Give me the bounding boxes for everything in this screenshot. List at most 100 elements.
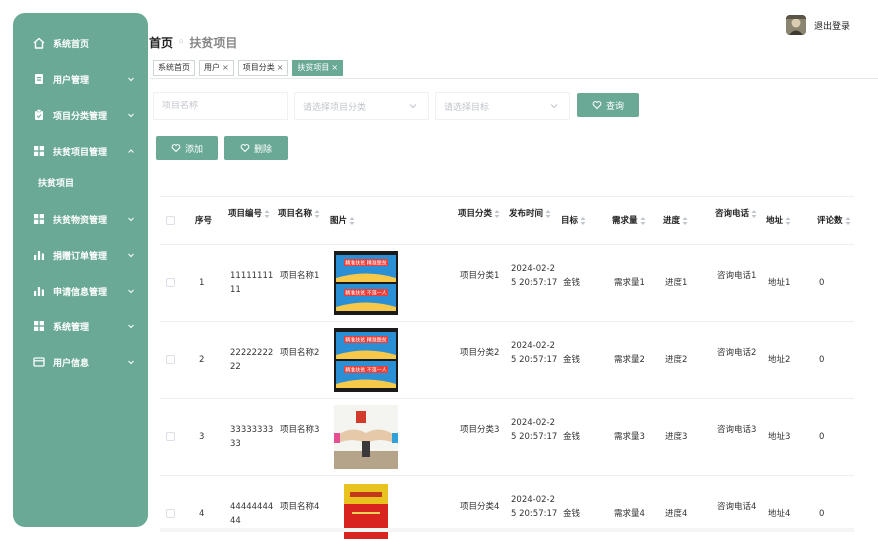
- close-icon[interactable]: ×: [222, 61, 229, 75]
- tab-tag-3[interactable]: 项目分类 ×: [237, 60, 289, 76]
- close-icon[interactable]: ×: [331, 61, 338, 75]
- table-cell-code: 2222222222: [230, 348, 274, 372]
- close-icon[interactable]: ×: [277, 61, 284, 75]
- user-icon: [35, 74, 43, 84]
- add-button[interactable]: 添加: [156, 136, 218, 160]
- sidebar: 系统首页用户管理项目分类管理扶贫项目管理 扶贫物资管理 捐赠订单管理申请信息管理系统…: [13, 13, 148, 527]
- table-cell-address: 地址1: [768, 278, 791, 288]
- table-cell-name: 项目名称1: [280, 271, 320, 281]
- table-cell-progress: 进度1: [665, 278, 688, 288]
- avatar[interactable]: [786, 15, 806, 35]
- project-image: 精准扶贫 精准脱贫精准扶贫 不落一人: [334, 328, 398, 392]
- query-button[interactable]: 查询: [577, 93, 639, 117]
- column-header[interactable]: 图片: [330, 214, 355, 228]
- table-row[interactable]: 1 1111111111 项目名称1 精准扶贫 精准脱贫 精准扶贫 不落一人 项目分类1 2…: [160, 245, 854, 322]
- table-cell-name: 项目名称4: [280, 502, 320, 512]
- column-header[interactable]: 目标: [561, 214, 586, 228]
- sidebar-item-2[interactable]: 用户管理: [13, 66, 148, 92]
- sort-icon[interactable]: [785, 216, 791, 226]
- sidebar-item-label: 申请信息管理: [53, 287, 108, 298]
- column-header[interactable]: 序号: [195, 214, 212, 228]
- project-image: [334, 405, 398, 469]
- sidebar-item-8[interactable]: 系统管理: [13, 313, 148, 339]
- table-cell-progress: 进度2: [665, 355, 688, 365]
- table-cell-demand: 需求量2: [614, 355, 645, 365]
- sidebar-item-9[interactable]: 用户信息: [13, 349, 148, 375]
- breadcrumb-home[interactable]: 首页: [149, 34, 173, 51]
- table-cell-comments: 0: [819, 278, 825, 288]
- breadcrumb-current: 扶贫项目: [189, 36, 238, 50]
- project-image-cell[interactable]: 精准扶贫 精准脱贫 精准扶贫 不落一人: [334, 251, 398, 315]
- project-name-input-wrapper: [153, 92, 288, 120]
- sidebar-item-4[interactable]: 扶贫项目管理: [13, 138, 148, 164]
- table-cell-phone: 咨询电话3: [717, 425, 757, 435]
- chevron-down-icon: [128, 253, 134, 258]
- data-table: 序号 项目编号 项目名称 图片 项目分类 发布时间 目标 需求量 进度 咨询电话地址 评论数 1 111…: [160, 196, 854, 539]
- table-row[interactable]: 3 3333333333 项目名称3 项目分类3 2024-02-25 20:57:17…: [160, 399, 854, 476]
- row-checkbox[interactable]: [166, 509, 175, 518]
- table-cell-phone: 咨询电话1: [717, 271, 757, 281]
- sidebar-item-6[interactable]: 捐赠订单管理: [13, 242, 148, 268]
- sidebar-item-label: 项目分类管理: [53, 111, 108, 122]
- column-header[interactable]: 评论数: [817, 214, 851, 228]
- sort-icon[interactable]: [845, 216, 851, 226]
- sort-icon[interactable]: [314, 209, 320, 219]
- row-checkbox[interactable]: [166, 355, 175, 364]
- project-name-input[interactable]: [162, 101, 287, 111]
- category-select[interactable]: 请选择项目分类: [294, 92, 429, 120]
- sidebar-subitem-poverty-project[interactable]: 扶贫项目: [38, 176, 74, 189]
- column-header[interactable]: 项目分类: [458, 207, 504, 221]
- sidebar-item-3[interactable]: 项目分类管理: [13, 102, 148, 128]
- column-header[interactable]: 地址: [766, 214, 791, 228]
- logout-link[interactable]: 退出登录: [814, 19, 850, 32]
- sort-icon[interactable]: [751, 209, 757, 219]
- sidebar-item-label: 用户信息: [53, 358, 90, 369]
- table-cell-progress: 进度3: [665, 432, 688, 442]
- project-image: 精准扶贫 精准脱贫精准扶贫 不落一人: [334, 251, 398, 315]
- tag-label: 用户: [204, 63, 220, 72]
- select-all-checkbox[interactable]: [166, 216, 175, 225]
- chevron-down-icon: [550, 104, 558, 109]
- poster-text-bottom: 精准扶贫 不落一人: [345, 290, 387, 297]
- grid-icon: [34, 214, 44, 224]
- column-header[interactable]: 咨询电话: [715, 207, 761, 221]
- delete-button[interactable]: 删除: [224, 136, 288, 160]
- sidebar-item-5[interactable]: 扶贫物资管理: [13, 206, 148, 232]
- column-header[interactable]: 项目编号: [228, 207, 274, 221]
- tag-label: 扶贫项目: [297, 63, 330, 72]
- row-checkbox[interactable]: [166, 432, 175, 441]
- sort-icon[interactable]: [545, 209, 551, 219]
- sort-icon[interactable]: [580, 216, 586, 226]
- sort-icon[interactable]: [640, 216, 646, 226]
- row-checkbox[interactable]: [166, 278, 175, 287]
- column-header[interactable]: 项目名称: [278, 207, 324, 221]
- column-header-label: 图片: [330, 216, 348, 226]
- project-image-cell[interactable]: 精准扶贫 精准脱贫 精准扶贫 不落一人: [334, 328, 398, 392]
- column-header[interactable]: 进度: [663, 214, 688, 228]
- table-cell-category: 项目分类4: [460, 502, 500, 512]
- tab-tag-4[interactable]: 扶贫项目 ×: [292, 60, 344, 76]
- sort-icon[interactable]: [682, 216, 688, 226]
- column-header-label: 咨询电话: [715, 209, 750, 219]
- table-cell-code: 1111111111: [230, 271, 274, 295]
- sort-icon[interactable]: [349, 216, 355, 226]
- sidebar-item-7[interactable]: 申请信息管理: [13, 278, 148, 304]
- column-header-label: 序号: [195, 216, 213, 226]
- tab-tag-2[interactable]: 用户 ×: [199, 60, 234, 76]
- tag-label: 项目分类: [242, 63, 275, 72]
- sort-icon[interactable]: [264, 209, 270, 219]
- table-cell-time: 2024-02-25 20:57:17: [511, 341, 558, 365]
- target-select[interactable]: 请选择目标: [435, 92, 570, 120]
- sort-icon[interactable]: [494, 209, 500, 219]
- horizontal-scrollbar[interactable]: [160, 528, 854, 532]
- column-header[interactable]: 发布时间: [509, 207, 557, 221]
- table-cell-index: 4: [199, 509, 205, 519]
- chevron-down-icon: [128, 324, 134, 329]
- column-header[interactable]: 需求量: [612, 214, 646, 228]
- project-image-cell[interactable]: [334, 405, 398, 469]
- table-cell-target: 金钱: [563, 509, 581, 519]
- grid-icon: [34, 146, 44, 156]
- sidebar-item-1[interactable]: 系统首页: [13, 30, 148, 56]
- table-row[interactable]: 2 2222222222 项目名称2 精准扶贫 精准脱贫 精准扶贫 不落一人 项目分类2 2…: [160, 322, 854, 399]
- tab-tag-1[interactable]: 系统首页: [153, 60, 195, 76]
